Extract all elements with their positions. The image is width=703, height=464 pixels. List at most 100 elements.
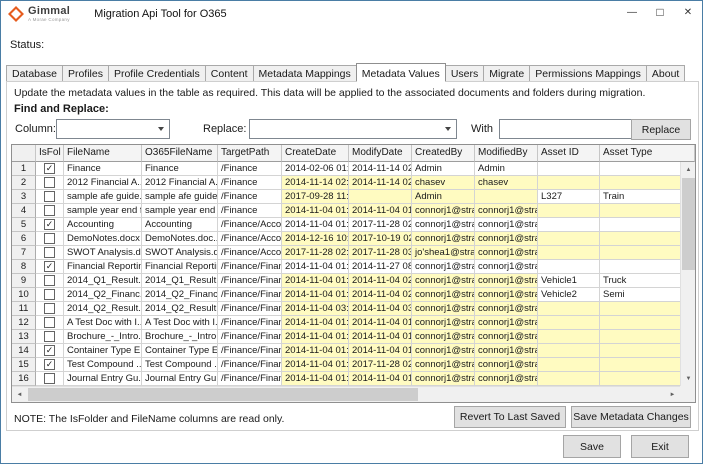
isfolder-checkbox[interactable] [44,317,55,328]
tab-migrate[interactable]: Migrate [483,65,530,81]
grid-modifydate-cell[interactable]: 2014-11-14 02:3... [349,176,412,190]
tab-permissions-mappings[interactable]: Permissions Mappings [529,65,647,81]
grid-createdby-cell[interactable]: connorj1@strate... [412,232,475,246]
scroll-up-icon[interactable]: ▲ [681,162,696,177]
tab-about[interactable]: About [646,65,685,81]
isfolder-checkbox[interactable]: ✓ [44,261,55,272]
grid-createdate-cell[interactable]: 2014-02-06 01:4... [282,162,349,176]
grid-filename-cell[interactable]: A Test Doc with I... [64,316,142,330]
column-header-modifiedby[interactable]: ModifiedBy [475,145,538,162]
vertical-scrollbar-thumb[interactable] [682,178,695,270]
grid-isfolder-cell[interactable] [36,274,64,288]
grid-filename-cell[interactable]: 2014_Q1_Result... [64,274,142,288]
grid-assetid-cell[interactable]: L327 [538,190,600,204]
grid-createdate-cell[interactable]: 2014-11-04 01:3... [282,218,349,232]
grid-o365filename-cell[interactable]: Container Type E... [142,344,218,358]
grid-modifydate-cell[interactable]: 2014-11-04 03:0... [349,302,412,316]
grid-createdate-cell[interactable]: 2017-11-28 02:2... [282,246,349,260]
isfolder-checkbox[interactable] [44,205,55,216]
grid-isfolder-cell[interactable] [36,176,64,190]
grid-targetpath-cell[interactable]: /Finance/Financi... [218,358,282,372]
grid-createdby-cell[interactable]: jo'shea1@strateg... [412,246,475,260]
grid-filename-cell[interactable]: DemoNotes.docx [64,232,142,246]
grid-modifiedby-cell[interactable]: connorj1@strate... [475,358,538,372]
grid-targetpath-cell[interactable]: /Finance/Accou... [218,218,282,232]
grid-createdate-cell[interactable]: 2014-11-04 01:4... [282,288,349,302]
grid-filename-cell[interactable]: sample year end f... [64,204,142,218]
grid-modifydate-cell[interactable]: 2014-11-04 02:5... [349,288,412,302]
grid-filename-cell[interactable]: Finance [64,162,142,176]
isfolder-checkbox[interactable]: ✓ [44,163,55,174]
grid-modifydate-cell[interactable]: 2014-11-04 02:5... [349,274,412,288]
grid-createdate-cell[interactable]: 2017-09-28 11:2... [282,190,349,204]
grid-o365filename-cell[interactable]: A Test Doc with I... [142,316,218,330]
grid-createdby-cell[interactable]: connorj1@strate... [412,344,475,358]
grid-o365filename-cell[interactable]: Test Compound ... [142,358,218,372]
grid-modifiedby-cell[interactable]: connorj1@strate... [475,302,538,316]
vertical-scrollbar[interactable]: ▲ ▼ [680,162,695,386]
scroll-down-icon[interactable]: ▼ [681,371,696,386]
grid-isfolder-cell[interactable] [36,302,64,316]
grid-assetid-cell[interactable] [538,372,600,386]
grid-targetpath-cell[interactable]: /Finance [218,176,282,190]
grid-assetid-cell[interactable] [538,302,600,316]
grid-modifydate-cell[interactable] [349,190,412,204]
grid-modifiedby-cell[interactable]: connorj1@strate... [475,330,538,344]
grid-filename-cell[interactable]: sample afe guide... [64,190,142,204]
column-header-targetpath[interactable]: TargetPath [218,145,282,162]
grid-modifiedby-cell[interactable]: connorj1@strate... [475,246,538,260]
column-header-createdby[interactable]: CreatedBy [412,145,475,162]
grid-filename-cell[interactable]: Accounting [64,218,142,232]
grid-createdate-cell[interactable]: 2014-11-04 01:4... [282,372,349,386]
scroll-right-icon[interactable]: ► [665,387,680,402]
grid-assetid-cell[interactable] [538,358,600,372]
tab-content[interactable]: Content [205,65,254,81]
grid-modifydate-cell[interactable]: 2017-11-28 02:2... [349,218,412,232]
isfolder-checkbox[interactable] [44,177,55,188]
grid-targetpath-cell[interactable]: /Finance/Financi... [218,330,282,344]
tab-database[interactable]: Database [6,65,63,81]
revert-to-last-saved-button[interactable]: Revert To Last Saved [454,406,566,428]
horizontal-scrollbar-thumb[interactable] [28,388,418,401]
grid-createdate-cell[interactable]: 2014-12-16 10:4... [282,232,349,246]
grid-filename-cell[interactable]: SWOT Analysis.d... [64,246,142,260]
grid-isfolder-cell[interactable]: ✓ [36,344,64,358]
grid-assetid-cell[interactable] [538,316,600,330]
isfolder-checkbox[interactable] [44,331,55,342]
grid-o365filename-cell[interactable]: 2014_Q1_Result... [142,274,218,288]
grid-assetid-cell[interactable] [538,344,600,358]
grid-filename-cell[interactable]: Journal Entry Gu... [64,372,142,386]
column-header-createdate[interactable]: CreateDate [282,145,349,162]
exit-button[interactable]: Exit [631,435,689,458]
grid-filename-cell[interactable]: 2014_Q2_Financ... [64,288,142,302]
grid-modifiedby-cell[interactable]: connorj1@strate... [475,232,538,246]
grid-isfolder-cell[interactable] [36,190,64,204]
grid-o365filename-cell[interactable]: Brochure_-_Intro... [142,330,218,344]
grid-createdby-cell[interactable]: connorj1@strate... [412,316,475,330]
column-header-assetid[interactable]: Asset ID [538,145,600,162]
grid-createdate-cell[interactable]: 2014-11-04 03:0... [282,302,349,316]
grid-o365filename-cell[interactable]: Financial Reporting [142,260,218,274]
grid-isfolder-cell[interactable] [36,372,64,386]
grid-isfolder-cell[interactable] [36,232,64,246]
grid-assetid-cell[interactable] [538,232,600,246]
grid-o365filename-cell[interactable]: Finance [142,162,218,176]
column-header-modifydate[interactable]: ModifyDate [349,145,412,162]
column-header-filename[interactable]: FileName [64,145,142,162]
grid-assetid-cell[interactable] [538,204,600,218]
grid-modifydate-cell[interactable]: 2014-11-04 01:3... [349,204,412,218]
grid-filename-cell[interactable]: Financial Reporting [64,260,142,274]
tab-profile-credentials[interactable]: Profile Credentials [108,65,206,81]
grid-o365filename-cell[interactable]: DemoNotes.doc... [142,232,218,246]
grid-filename-cell[interactable]: 2014_Q2_Result... [64,302,142,316]
grid-createdate-cell[interactable]: 2014-11-04 01:4... [282,274,349,288]
grid-o365filename-cell[interactable]: sample year end f... [142,204,218,218]
grid-isfolder-cell[interactable] [36,330,64,344]
grid-createdby-cell[interactable]: connorj1@strate... [412,358,475,372]
grid-modifiedby-cell[interactable] [475,190,538,204]
grid-modifydate-cell[interactable]: 2014-11-04 01:4... [349,344,412,358]
isfolder-checkbox[interactable] [44,247,55,258]
grid-targetpath-cell[interactable]: /Finance/Accou... [218,246,282,260]
grid-o365filename-cell[interactable]: SWOT Analysis.d... [142,246,218,260]
grid-isfolder-cell[interactable]: ✓ [36,218,64,232]
